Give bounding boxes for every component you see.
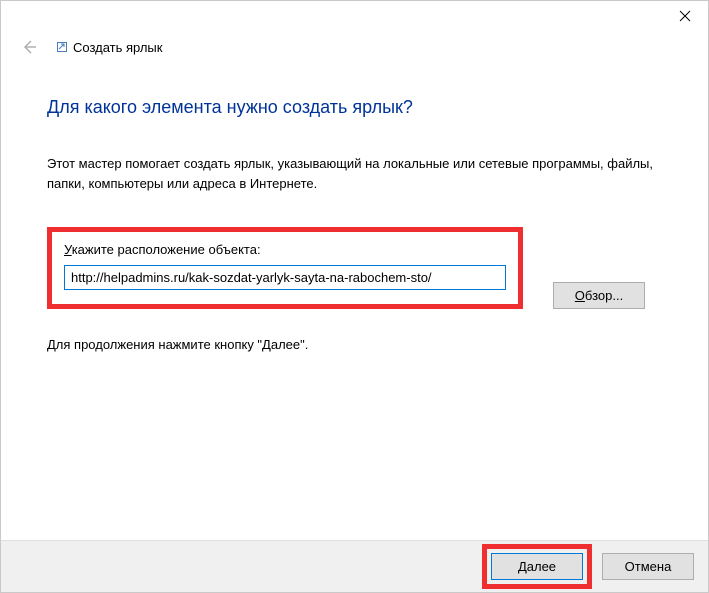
- location-highlight: Укажите расположение объекта:: [47, 227, 523, 309]
- wizard-body: Для какого элемента нужно создать ярлык?…: [1, 57, 708, 352]
- window-title: Создать ярлык: [73, 40, 162, 55]
- close-button[interactable]: [662, 1, 708, 31]
- location-input[interactable]: [64, 265, 506, 290]
- location-row: Укажите расположение объекта: Обзор...: [47, 227, 662, 309]
- back-button[interactable]: [19, 37, 39, 57]
- arrow-left-icon: [20, 38, 38, 56]
- window-title-row: Создать ярлык: [57, 40, 162, 55]
- close-icon: [679, 10, 691, 22]
- wizard-description: Этот мастер помогает создать ярлык, указ…: [47, 154, 662, 193]
- wizard-footer: Далее Отмена: [1, 540, 708, 592]
- continue-hint: Для продолжения нажмите кнопку "Далее".: [47, 337, 662, 352]
- browse-button[interactable]: Обзор...: [553, 282, 645, 309]
- next-button[interactable]: Далее: [491, 553, 583, 580]
- location-label: Укажите расположение объекта:: [64, 242, 506, 257]
- cancel-button[interactable]: Отмена: [602, 553, 694, 580]
- wizard-heading: Для какого элемента нужно создать ярлык?: [47, 97, 662, 118]
- titlebar: [1, 1, 708, 33]
- wizard-header: Создать ярлык: [1, 33, 708, 57]
- shortcut-icon: [57, 42, 67, 52]
- next-highlight: Далее: [482, 544, 592, 589]
